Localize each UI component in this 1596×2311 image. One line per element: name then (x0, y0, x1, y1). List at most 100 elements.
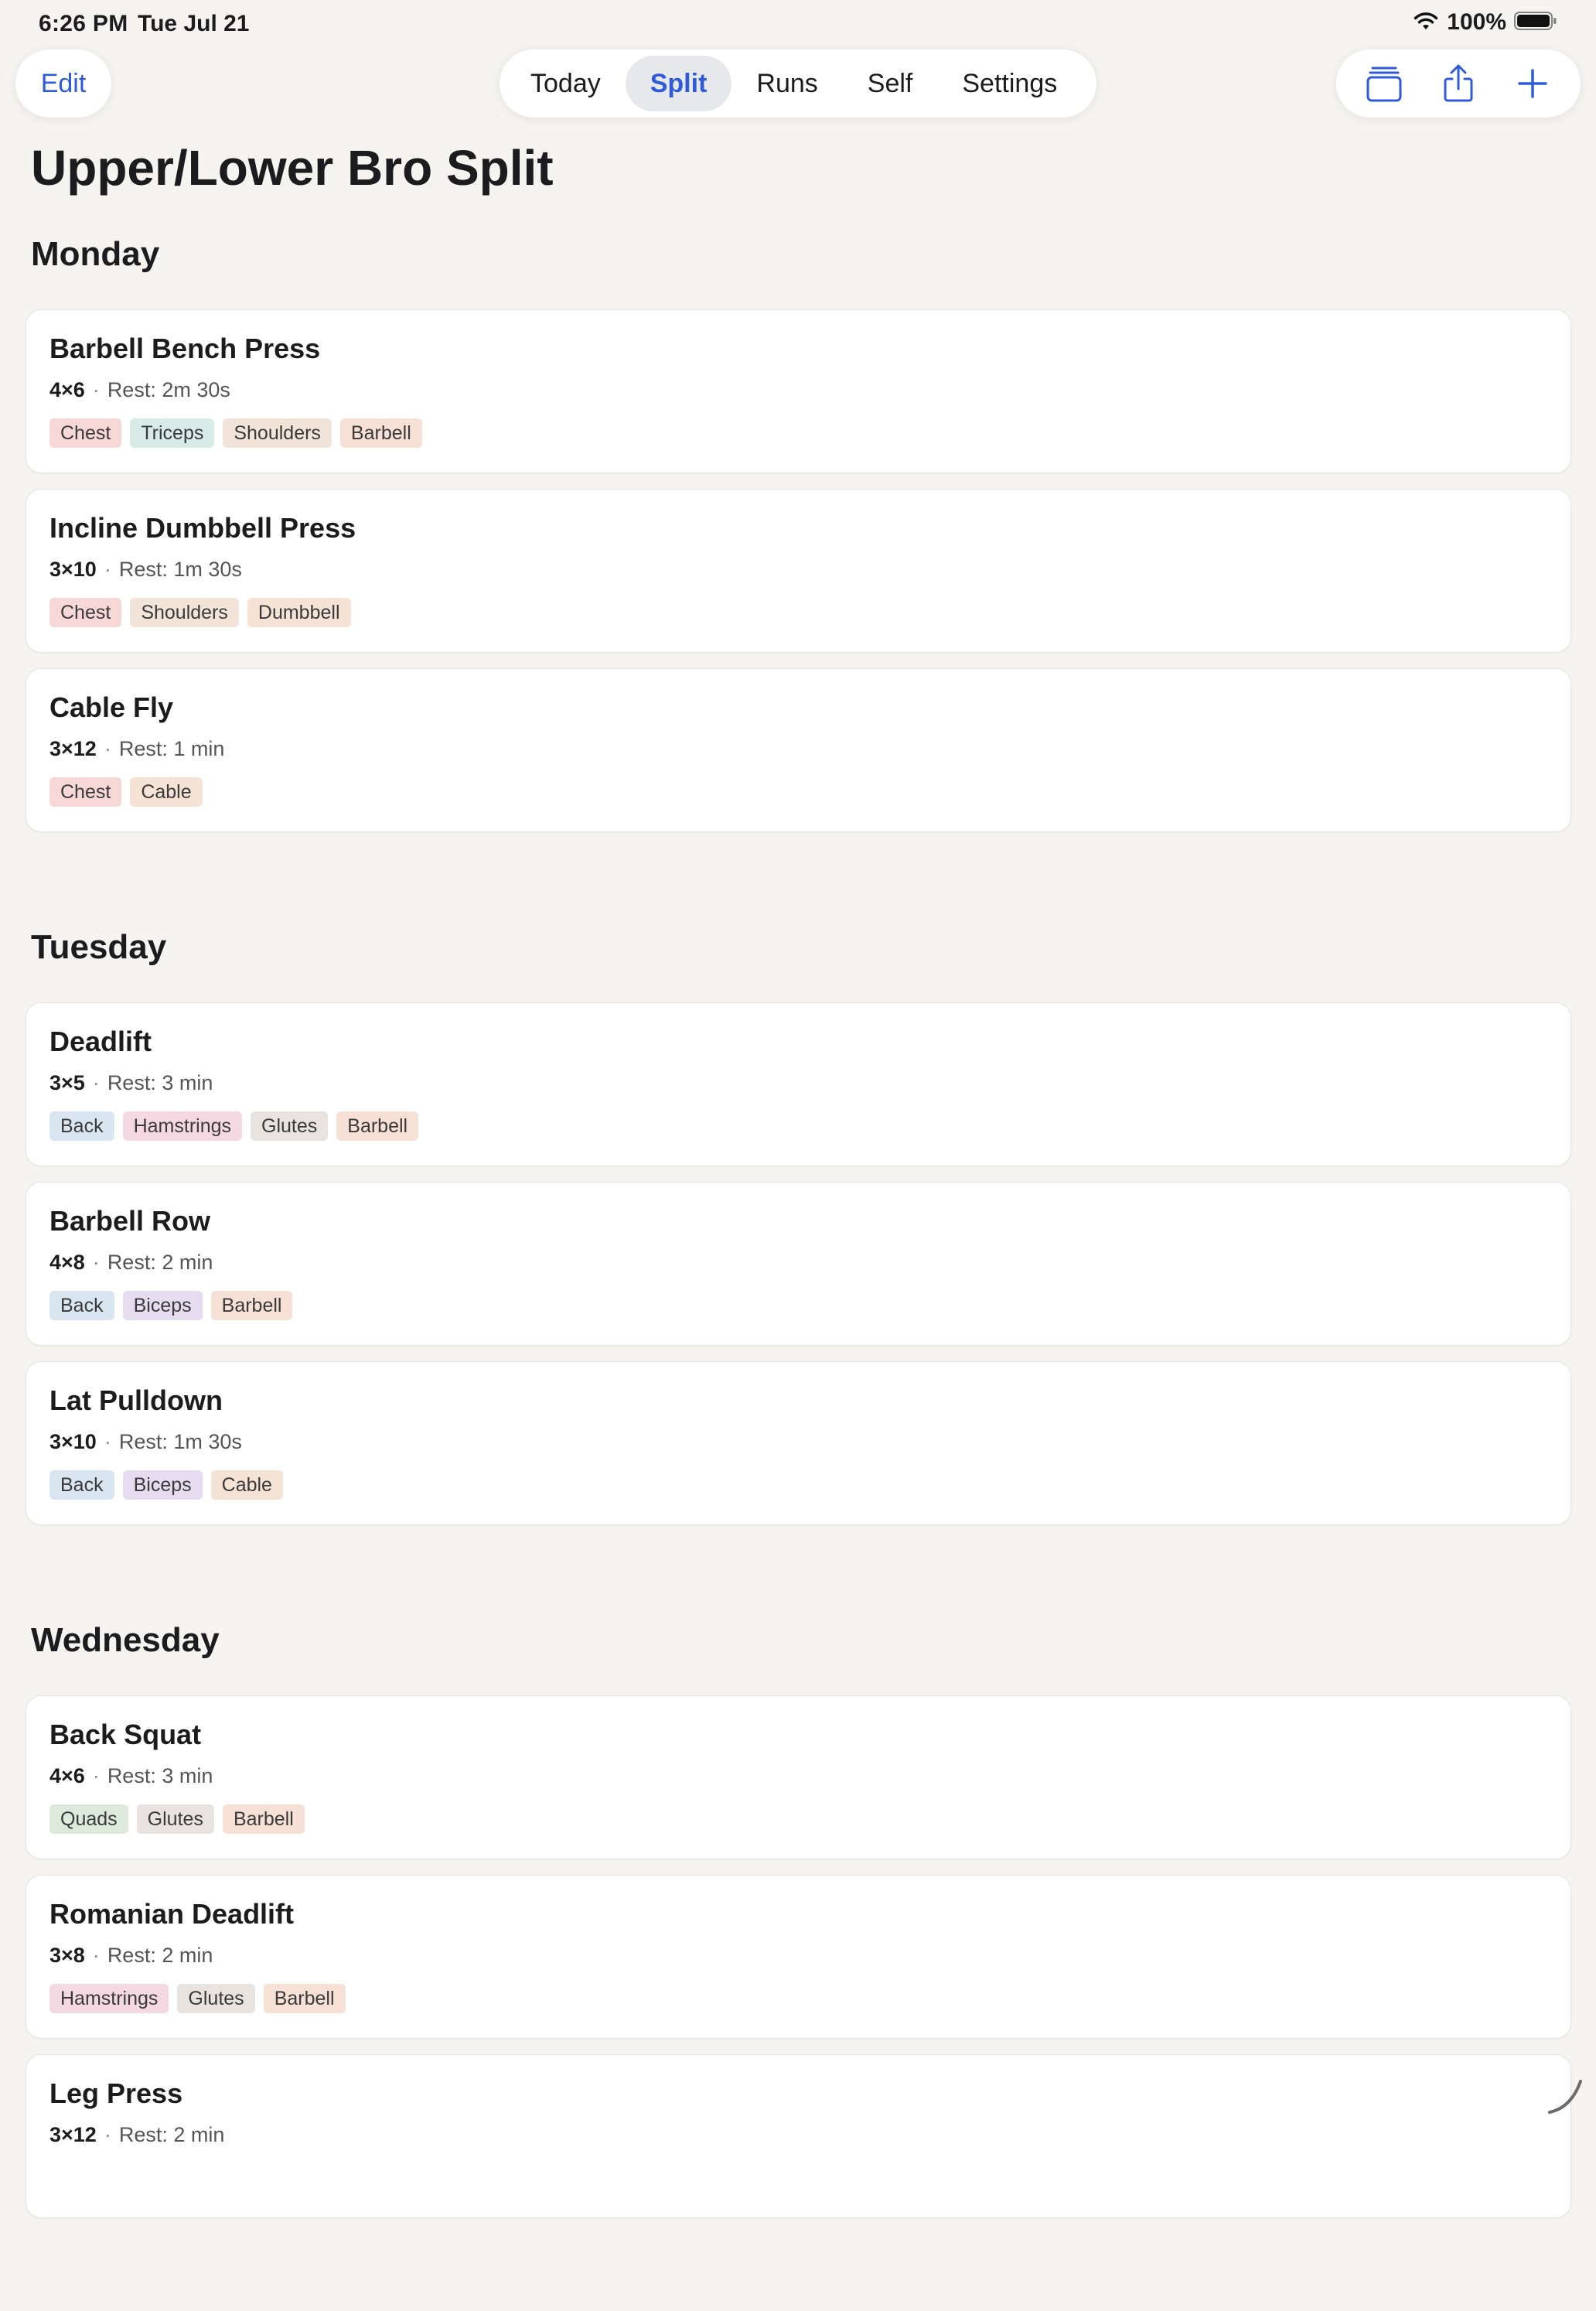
tag: Back (49, 1470, 114, 1500)
tag: Shoulders (130, 598, 239, 627)
day-section-monday: Monday Barbell Bench Press 4×6 · Rest: 2m … (0, 232, 1596, 832)
tag: Quads (49, 1804, 128, 1834)
exercise-sets: 3×10 (49, 1430, 97, 1453)
tag: Barbell (222, 1804, 305, 1834)
exercise-sets: 4×6 (49, 378, 85, 401)
day-title: Monday (31, 235, 160, 273)
corner-gesture-icon (1543, 2072, 1590, 2122)
exercise-rest: Rest: 1 min (118, 737, 225, 760)
tag: Hamstrings (49, 1984, 169, 2013)
exercise-card[interactable]: Barbell Bench Press 4×6 · Rest: 2m 30s Che… (26, 309, 1571, 473)
exercise-meta: 3×5 · Rest: 3 min (49, 1070, 1547, 1096)
separator-dot: · (92, 378, 100, 401)
tag: Chest (49, 418, 122, 448)
tag-list: Chest Shoulders Dumbbell (49, 598, 1547, 627)
day-title: Wednesday (31, 1621, 220, 1659)
exercise-card[interactable]: Romanian Deadlift 3×8 · Rest: 2 min Hamstr… (26, 1875, 1571, 2039)
exercise-name: Barbell Row (49, 1205, 211, 1237)
exercise-sets: 3×8 (49, 1944, 85, 1967)
tab-self[interactable]: Self (843, 56, 938, 111)
exercise-meta: 3×10 · Rest: 1m 30s (49, 556, 1547, 582)
stack-icon[interactable] (1361, 60, 1407, 107)
tag: Glutes (177, 1984, 255, 2013)
exercise-rest: Rest: 3 min (107, 1764, 213, 1787)
page-title: Upper/Lower Bro Split (31, 140, 554, 196)
exercise-sets: 3×10 (49, 558, 97, 581)
tab-today[interactable]: Today (506, 56, 626, 111)
status-date: Tue Jul 21 (138, 11, 250, 36)
exercise-card[interactable]: Cable Fly 3×12 · Rest: 1 min Chest Cable (26, 668, 1571, 832)
exercise-card[interactable]: Deadlift 3×5 · Rest: 3 min Back Hamstrings… (26, 1002, 1571, 1166)
exercise-name: Deadlift (49, 1026, 152, 1057)
exercise-card[interactable]: Barbell Row 4×8 · Rest: 2 min Back Biceps … (26, 1182, 1571, 1346)
plus-icon[interactable] (1509, 60, 1556, 107)
exercise-meta: 3×10 · Rest: 1m 30s (49, 1429, 1547, 1455)
separator-dot: · (92, 1764, 100, 1787)
tag: Back (49, 1291, 114, 1320)
exercise-rest: Rest: 2 min (107, 1251, 213, 1274)
split-list: Monday Barbell Bench Press 4×6 · Rest: 2m … (0, 232, 1596, 2311)
exercise-rest: Rest: 2m 30s (107, 378, 230, 401)
exercise-card[interactable]: Back Squat 4×6 · Rest: 3 min Quads Glutes … (26, 1695, 1571, 1859)
status-right: 100% (1413, 9, 1557, 36)
battery-percent: 100% (1447, 9, 1506, 35)
exercise-name: Barbell Bench Press (49, 333, 321, 364)
exercise-sets: 3×5 (49, 1071, 85, 1094)
tag-list: Quads Glutes Barbell (49, 1804, 1547, 1834)
separator-dot: · (92, 1071, 100, 1094)
exercise-rest: Rest: 3 min (107, 1071, 213, 1094)
separator-dot: · (104, 1430, 111, 1453)
exercise-sets: 4×6 (49, 1764, 85, 1787)
separator-dot: · (104, 2123, 111, 2146)
tag-list: Hamstrings Glutes Barbell (49, 1984, 1547, 2013)
tag-list: Back Hamstrings Glutes Barbell (49, 1111, 1547, 1141)
exercise-sets: 4×8 (49, 1251, 85, 1274)
edit-button[interactable]: Edit (15, 49, 111, 118)
tag: Back (49, 1111, 114, 1141)
exercise-name: Leg Press (49, 2077, 183, 2109)
tag: Triceps (130, 418, 215, 448)
tab-runs[interactable]: Runs (732, 56, 842, 111)
tag: Biceps (122, 1291, 203, 1320)
tab-split[interactable]: Split (625, 56, 732, 111)
exercise-meta: 4×6 · Rest: 2m 30s (49, 377, 1547, 403)
tag: Cable (130, 777, 203, 807)
tag-list: Chest Triceps Shoulders Barbell (49, 418, 1547, 448)
day-section-tuesday: Tuesday Deadlift 3×5 · Rest: 3 min Back Ha… (0, 925, 1596, 1525)
tag: Dumbbell (247, 598, 351, 627)
exercise-name: Cable Fly (49, 691, 174, 723)
exercise-rest: Rest: 2 min (118, 2123, 225, 2146)
battery-icon (1514, 11, 1557, 35)
tag: Barbell (336, 1111, 419, 1141)
tag: Barbell (263, 1984, 346, 2013)
exercise-card[interactable]: Leg Press 3×12 · Rest: 2 min (26, 2054, 1571, 2218)
exercise-sets: 3×12 (49, 737, 97, 760)
wifi-icon (1413, 11, 1439, 35)
tag: Hamstrings (122, 1111, 243, 1141)
tag: Glutes (251, 1111, 329, 1141)
tag: Barbell (339, 418, 422, 448)
tag: Glutes (136, 1804, 214, 1834)
exercise-meta: 3×8 · Rest: 2 min (49, 1942, 1547, 1968)
tag: Chest (49, 777, 122, 807)
tab-bar: Today Split Runs Self Settings (500, 49, 1096, 118)
tag-list: Back Biceps Cable (49, 1470, 1547, 1500)
exercise-card[interactable]: Lat Pulldown 3×10 · Rest: 1m 30s Back Bice… (26, 1361, 1571, 1525)
separator-dot: · (104, 737, 111, 760)
tag: Biceps (122, 1470, 203, 1500)
exercise-rest: Rest: 1m 30s (118, 1430, 242, 1453)
tab-settings[interactable]: Settings (937, 56, 1082, 111)
action-bar (1336, 49, 1581, 118)
exercise-name: Back Squat (49, 1719, 202, 1750)
tag-list: Back Biceps Barbell (49, 1291, 1547, 1320)
share-icon[interactable] (1435, 60, 1482, 107)
exercise-meta: 3×12 · Rest: 1 min (49, 736, 1547, 762)
exercise-meta: 4×6 · Rest: 3 min (49, 1763, 1547, 1789)
exercise-meta: 4×8 · Rest: 2 min (49, 1249, 1547, 1275)
exercise-name: Lat Pulldown (49, 1384, 223, 1416)
exercise-sets: 3×12 (49, 2123, 97, 2146)
separator-dot: · (92, 1251, 100, 1274)
exercise-card[interactable]: Incline Dumbbell Press 3×10 · Rest: 1m 30s… (26, 489, 1571, 653)
exercise-rest: Rest: 1m 30s (118, 558, 242, 581)
edit-label: Edit (40, 68, 87, 98)
